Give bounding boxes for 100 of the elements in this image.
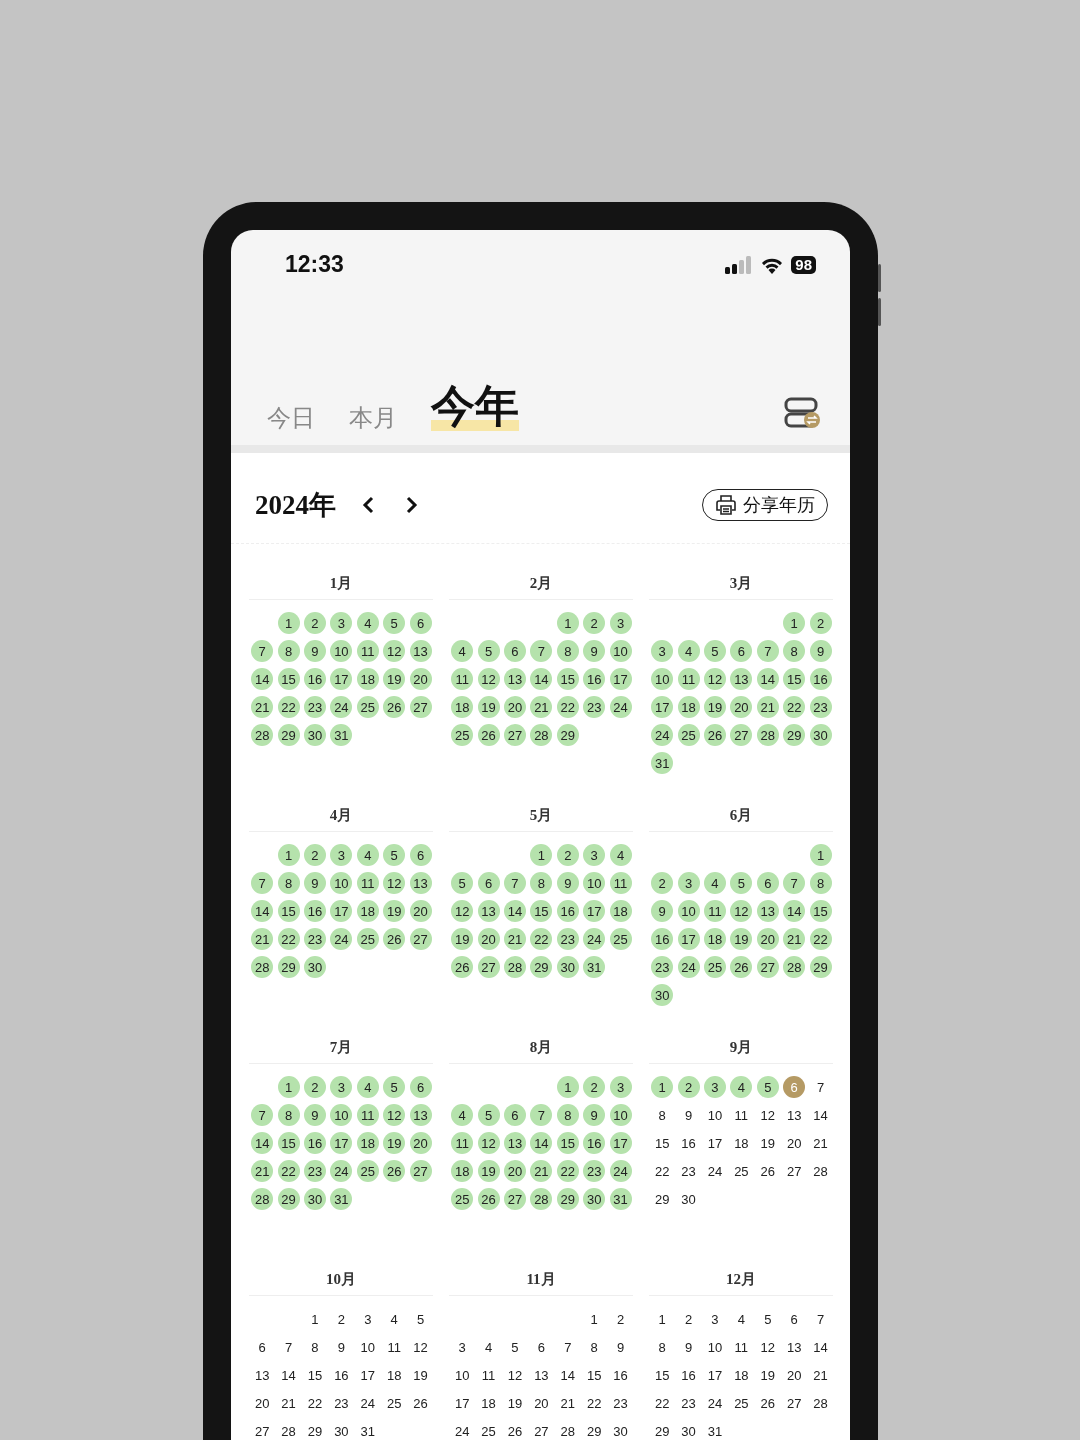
calendar-day[interactable]: 18 (356, 900, 379, 922)
calendar-day[interactable]: 3 (356, 1308, 379, 1330)
calendar-day[interactable]: 25 (383, 1392, 406, 1414)
calendar-day[interactable]: 1 (556, 612, 579, 634)
calendar-day[interactable]: 7 (251, 872, 274, 894)
calendar-day[interactable]: 22 (303, 1392, 326, 1414)
calendar-day[interactable]: 13 (530, 1364, 553, 1386)
calendar-day[interactable]: 12 (477, 668, 500, 690)
calendar-day[interactable]: 14 (251, 900, 274, 922)
calendar-day[interactable]: 17 (703, 1132, 726, 1154)
calendar-day[interactable]: 18 (609, 900, 632, 922)
calendar-day[interactable]: 27 (251, 1420, 274, 1440)
calendar-day[interactable]: 9 (303, 1104, 326, 1126)
calendar-day[interactable]: 25 (356, 928, 379, 950)
calendar-day[interactable]: 3 (609, 612, 632, 634)
calendar-day[interactable]: 10 (651, 668, 674, 690)
calendar-day[interactable]: 30 (677, 1420, 700, 1440)
calendar-day[interactable]: 20 (503, 696, 526, 718)
calendar-day[interactable]: 28 (251, 724, 274, 746)
calendar-day[interactable]: 27 (503, 1188, 526, 1210)
calendar-day[interactable]: 29 (303, 1420, 326, 1440)
calendar-day[interactable]: 8 (783, 640, 806, 662)
calendar-day[interactable]: 10 (583, 872, 606, 894)
calendar-day[interactable]: 16 (677, 1132, 700, 1154)
calendar-day[interactable]: 10 (451, 1364, 474, 1386)
calendar-day[interactable]: 21 (251, 928, 274, 950)
calendar-day[interactable]: 27 (783, 1392, 806, 1414)
calendar-day[interactable]: 22 (583, 1392, 606, 1414)
calendar-day[interactable]: 4 (730, 1076, 753, 1098)
calendar-day[interactable]: 4 (477, 1336, 500, 1358)
calendar-day[interactable]: 8 (530, 872, 553, 894)
calendar-day[interactable]: 17 (356, 1364, 379, 1386)
calendar-day[interactable]: 7 (809, 1308, 832, 1330)
calendar-day[interactable]: 30 (303, 956, 326, 978)
calendar-day[interactable]: 17 (330, 668, 353, 690)
calendar-day[interactable]: 15 (651, 1132, 674, 1154)
calendar-day[interactable]: 11 (703, 900, 726, 922)
calendar-day[interactable]: 19 (730, 928, 753, 950)
calendar-day[interactable]: 23 (651, 956, 674, 978)
calendar-day[interactable]: 2 (677, 1308, 700, 1330)
calendar-day[interactable]: 2 (303, 844, 326, 866)
calendar-day[interactable]: 2 (303, 1076, 326, 1098)
calendar-day[interactable]: 20 (783, 1364, 806, 1386)
calendar-day[interactable]: 11 (477, 1364, 500, 1386)
calendar-day[interactable]: 27 (409, 696, 432, 718)
calendar-day[interactable]: 10 (609, 1104, 632, 1126)
calendar-day[interactable]: 21 (556, 1392, 579, 1414)
calendar-day[interactable]: 12 (756, 1336, 779, 1358)
calendar-day[interactable]: 2 (583, 1076, 606, 1098)
calendar-day[interactable]: 28 (251, 956, 274, 978)
calendar-day[interactable]: 23 (556, 928, 579, 950)
calendar-day[interactable]: 11 (356, 1104, 379, 1126)
calendar-day[interactable]: 2 (677, 1076, 700, 1098)
calendar-day[interactable]: 28 (277, 1420, 300, 1440)
calendar-day[interactable]: 19 (477, 696, 500, 718)
calendar-day[interactable]: 10 (330, 872, 353, 894)
calendar-day[interactable]: 2 (609, 1308, 632, 1330)
calendar-day[interactable]: 21 (809, 1364, 832, 1386)
calendar-day[interactable]: 19 (503, 1392, 526, 1414)
calendar-day[interactable]: 12 (477, 1132, 500, 1154)
calendar-day[interactable]: 23 (303, 696, 326, 718)
calendar-day[interactable]: 16 (609, 1364, 632, 1386)
calendar-day[interactable]: 1 (651, 1076, 674, 1098)
calendar-day[interactable]: 19 (477, 1160, 500, 1182)
calendar-day[interactable]: 8 (303, 1336, 326, 1358)
calendar-day[interactable]: 22 (277, 696, 300, 718)
calendar-day[interactable]: 11 (356, 872, 379, 894)
calendar-day[interactable]: 25 (730, 1160, 753, 1182)
calendar-day[interactable]: 12 (409, 1336, 432, 1358)
calendar-day[interactable]: 19 (409, 1364, 432, 1386)
calendar-day[interactable]: 15 (809, 900, 832, 922)
calendar-day[interactable]: 6 (756, 872, 779, 894)
calendar-day[interactable]: 30 (677, 1188, 700, 1210)
calendar-day[interactable]: 22 (530, 928, 553, 950)
calendar-day[interactable]: 14 (556, 1364, 579, 1386)
calendar-day[interactable]: 4 (451, 640, 474, 662)
calendar-day[interactable]: 30 (583, 1188, 606, 1210)
calendar-day[interactable]: 24 (651, 724, 674, 746)
calendar-day[interactable]: 26 (730, 956, 753, 978)
calendar-day[interactable]: 23 (677, 1392, 700, 1414)
calendar-day[interactable]: 6 (530, 1336, 553, 1358)
calendar-day[interactable]: 10 (677, 900, 700, 922)
calendar-day[interactable]: 26 (383, 1160, 406, 1182)
calendar-day[interactable]: 28 (809, 1160, 832, 1182)
calendar-day[interactable]: 11 (730, 1104, 753, 1126)
calendar-day[interactable]: 10 (356, 1336, 379, 1358)
calendar-day[interactable]: 5 (756, 1308, 779, 1330)
calendar-day[interactable]: 8 (556, 1104, 579, 1126)
calendar-day[interactable]: 4 (356, 1076, 379, 1098)
calendar-day[interactable]: 11 (356, 640, 379, 662)
calendar-day[interactable]: 29 (809, 956, 832, 978)
calendar-day[interactable]: 9 (609, 1336, 632, 1358)
calendar-day[interactable]: 13 (756, 900, 779, 922)
calendar-day[interactable]: 27 (783, 1160, 806, 1182)
calendar-day[interactable]: 29 (556, 724, 579, 746)
calendar-day[interactable]: 24 (677, 956, 700, 978)
calendar-day[interactable]: 10 (330, 1104, 353, 1126)
calendar-day[interactable]: 8 (277, 872, 300, 894)
calendar-day[interactable]: 3 (703, 1308, 726, 1330)
calendar-day[interactable]: 19 (383, 900, 406, 922)
